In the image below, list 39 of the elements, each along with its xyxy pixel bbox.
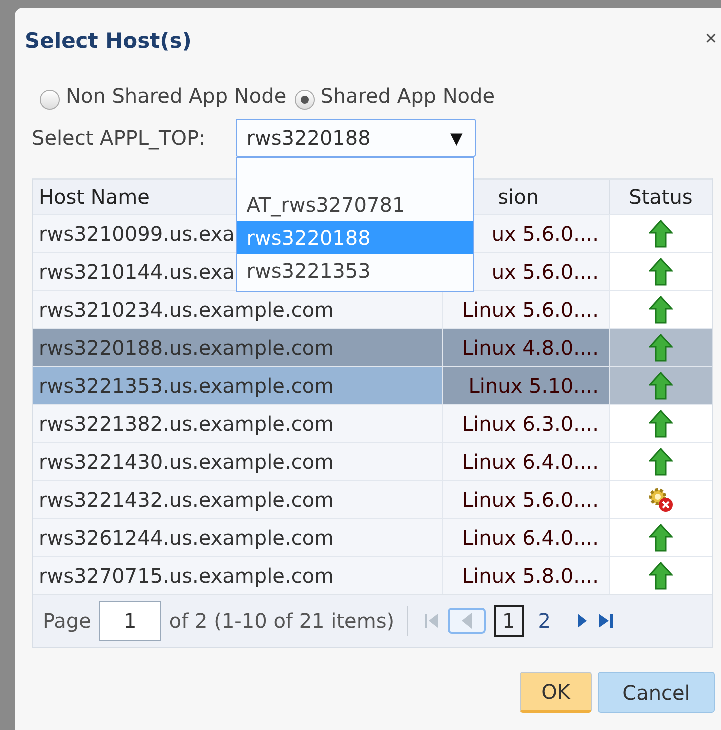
dialog-title: Select Host(s) [25,29,192,53]
table-row[interactable]: rws3261244.us.example.com Linux 6.4.0.... [33,518,712,556]
up-arrow-icon [649,334,673,362]
page-link[interactable]: 1 [494,605,524,637]
up-arrow-icon [649,258,673,286]
up-arrow-icon [649,562,673,590]
close-button[interactable]: × [701,28,721,50]
next-page-icon[interactable] [575,611,590,631]
dropdown-arrow: ▼ [450,128,463,148]
field-label: Select APPL_TOP: [32,126,206,150]
table-cell: Linux 5.10.... [443,367,610,404]
up-arrow-icon [649,410,673,438]
up-arrow-icon [649,296,673,324]
table-row[interactable]: rws3221382.us.example.com Linux 6.3.0.... [33,404,712,442]
table-row[interactable]: rws3220188.us.example.com Linux 4.8.0.... [33,328,712,366]
page-label: Page [43,609,92,633]
radio-label: Non Shared App Node [66,84,287,108]
cancel-button[interactable]: Cancel [598,672,715,713]
table-row[interactable]: rws3221430.us.example.com Linux 6.4.0.... [33,442,712,480]
radio-button[interactable] [294,90,315,110]
gear-error-icon [647,486,675,514]
page-link[interactable]: 2 [532,605,558,637]
radio-label: Shared App Node [320,84,496,108]
up-arrow-icon [649,372,673,400]
page-summary: of 2 (1-10 of 21 items) [169,609,395,633]
up-arrow-icon [649,524,673,552]
table-row[interactable]: rws3270715.us.example.com Linux 5.8.0.... [33,556,712,594]
table-row[interactable]: rws3221432.us.example.com Linux 5.6.0.... [33,480,712,518]
appl-top-dropdown[interactable]: rws3220188 ▼ [236,119,476,157]
page-input[interactable]: 1 [99,601,162,641]
column-header[interactable]: Status [610,180,712,214]
dropdown-value: rws3220188 [246,126,371,150]
table-row[interactable]: rws3210234.us.example.com Linux 5.6.0.... [33,290,712,328]
radio-button[interactable] [40,90,60,110]
up-arrow-icon [649,448,673,476]
up-arrow-icon [649,220,673,248]
table-row[interactable]: rws3221353.us.example.com Linux 5.10.... [33,366,712,404]
ok-button[interactable]: OK [520,672,592,713]
last-page-icon[interactable] [597,611,616,631]
